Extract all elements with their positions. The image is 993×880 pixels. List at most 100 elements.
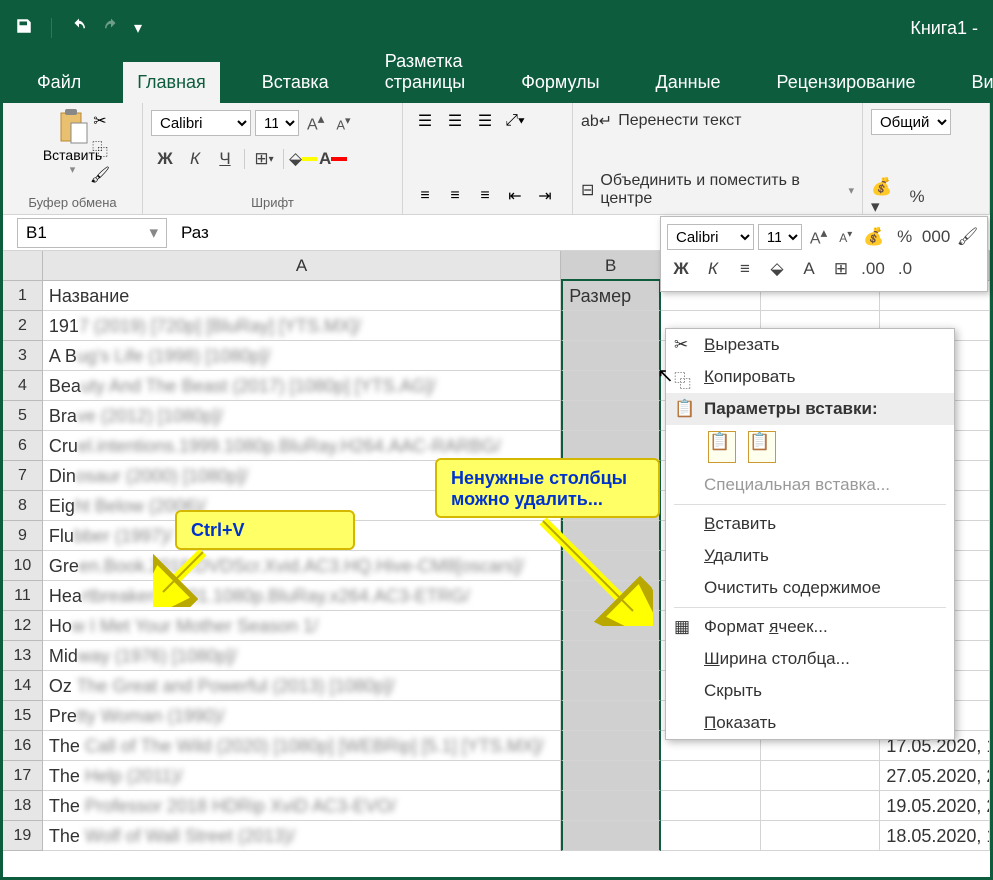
row-header[interactable]: 7 [3,461,43,491]
mini-font-select[interactable]: Calibri [667,224,754,250]
save-icon[interactable] [15,17,33,40]
align-bottom-icon[interactable]: ☰ [471,107,499,135]
cell[interactable] [561,371,661,401]
cell[interactable]: Green.Book.2018.DVDScr.Xvid.AC3.HQ.Hive-… [43,551,561,581]
row-header[interactable]: 13 [3,641,43,671]
mini-size-select[interactable]: 11 [758,224,802,250]
cell[interactable] [761,821,881,851]
row-header[interactable]: 19 [3,821,43,851]
cm-column-width[interactable]: Ширина столбца... [666,643,954,675]
cm-paste-special[interactable]: Специальная вставка... [666,469,954,501]
mini-borders-icon[interactable]: ⊞ [827,256,855,282]
mini-italic-button[interactable]: К [699,256,727,282]
mini-fill-icon[interactable]: ⬙ [763,256,791,282]
align-center-icon[interactable]: ≡ [441,182,469,210]
decrease-indent-icon[interactable]: ⇤ [501,182,529,210]
underline-button[interactable]: Ч [211,146,239,172]
cell[interactable] [661,761,761,791]
row-header[interactable]: 5 [3,401,43,431]
cm-copy[interactable]: ⿻Копировать [666,361,954,393]
cell[interactable]: The Call of The Wild (2020) [1080p] [WEB… [43,731,561,761]
paste-option-2[interactable]: 📋 [748,431,776,463]
cell[interactable] [561,731,661,761]
cm-show[interactable]: Показать [666,707,954,739]
cell[interactable]: The Wolf of Wall Street (2013)/ [43,821,561,851]
cell[interactable]: The Professor 2018 HDRip XviD AC3-EVO/ [43,791,561,821]
qat-dropdown-icon[interactable]: ▾ [134,18,142,38]
paste-option-1[interactable]: 📋 [708,431,736,463]
cell[interactable] [561,311,661,341]
cm-insert[interactable]: Вставить [666,508,954,540]
row-header[interactable]: 15 [3,701,43,731]
redo-icon[interactable] [102,17,120,40]
cell[interactable]: 18.05.2020, 19:24:12 [880,821,990,851]
tab-file[interactable]: Файл [23,62,95,103]
font-color-icon[interactable]: А [319,146,347,172]
mini-currency-icon[interactable]: 💰 [860,224,887,250]
bold-button[interactable]: Ж [151,146,179,172]
cell[interactable]: Beauty And The Beast (2017) [1080p] [YTS… [43,371,561,401]
tab-view[interactable]: Вид [958,62,993,103]
cell[interactable] [561,431,661,461]
cell[interactable]: Размер [561,281,661,311]
cell[interactable] [661,821,761,851]
col-header-b[interactable]: B [561,251,661,281]
row-header[interactable]: 11 [3,581,43,611]
row-header[interactable]: 2 [3,311,43,341]
tab-formulas[interactable]: Формулы [507,62,613,103]
cell[interactable]: Cruel.intentions.1999.1080p.BluRay.H264.… [43,431,561,461]
row-header[interactable]: 1 [3,281,43,311]
cm-cut[interactable]: ✂ВВырезатьырезать [666,329,954,361]
row-header[interactable]: 18 [3,791,43,821]
cell[interactable] [661,791,761,821]
font-size-select[interactable]: 11 [255,110,299,136]
italic-button[interactable]: К [181,146,209,172]
tab-layout[interactable]: Разметка страницы [371,41,480,103]
cm-clear[interactable]: Очистить содержимое [666,572,954,604]
row-header[interactable]: 14 [3,671,43,701]
cm-hide[interactable]: Скрыть [666,675,954,707]
cell[interactable]: A Bug's Life (1998) [1080p]/ [43,341,561,371]
align-top-icon[interactable]: ☰ [411,107,439,135]
cell[interactable] [561,401,661,431]
cell[interactable] [561,701,661,731]
tab-insert[interactable]: Вставка [248,62,343,103]
mini-dec-decimal-icon[interactable]: .0 [891,256,919,282]
percent-icon[interactable]: % [903,184,931,210]
cm-format-cells[interactable]: ▦Формат ячеек... [666,611,954,643]
row-header[interactable]: 3 [3,341,43,371]
row-header[interactable]: 4 [3,371,43,401]
cell[interactable]: 19.05.2020, 22:46:26 [880,791,990,821]
cell[interactable] [561,761,661,791]
cell[interactable]: Midway (1976) [1080p]/ [43,641,561,671]
row-header[interactable]: 12 [3,611,43,641]
cm-delete[interactable]: Удалить [666,540,954,572]
tab-data[interactable]: Данные [642,62,735,103]
align-right-icon[interactable]: ≡ [471,182,499,210]
cell[interactable] [561,671,661,701]
cell[interactable]: Heartbreakers.2001.1080p.BluRay.x264.AC3… [43,581,561,611]
cell[interactable] [561,791,661,821]
mini-align-icon[interactable]: ≡ [731,256,759,282]
mini-format-painter-icon[interactable]: 🖌 [954,224,981,250]
format-painter-icon[interactable]: 🖌 [88,163,112,187]
name-box[interactable]: B1▾ [17,218,167,248]
number-format-select[interactable]: Общий [871,109,951,135]
merge-center-button[interactable]: ⊟Объединить и поместить в центре▾ [581,170,854,210]
cell[interactable] [761,761,881,791]
cell[interactable] [561,641,661,671]
borders-icon[interactable]: ⊞▾ [250,146,278,172]
decrease-font-icon[interactable]: A▾ [332,114,354,132]
row-header[interactable]: 17 [3,761,43,791]
tab-home[interactable]: Главная [123,62,220,103]
cell[interactable]: 1917 (2019) [720p] [BluRay] [YTS.MX]/ [43,311,561,341]
mini-bold-button[interactable]: Ж [667,256,695,282]
select-all-corner[interactable] [3,251,43,281]
mini-font-color-icon[interactable]: А [795,256,823,282]
cell[interactable] [761,791,881,821]
mini-inc-decimal-icon[interactable]: .00 [859,256,887,282]
cell[interactable]: 27.05.2020, 21:13:09 [880,761,990,791]
wrap-text-button[interactable]: ab↵Перенести текст [581,109,854,133]
cut-icon[interactable]: ✂ [88,109,112,133]
tab-review[interactable]: Рецензирование [763,62,930,103]
